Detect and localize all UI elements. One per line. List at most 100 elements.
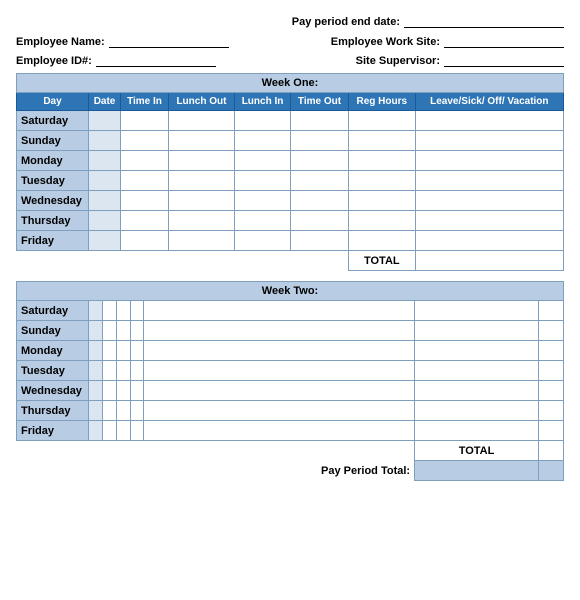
- timein-friday-w2[interactable]: [102, 421, 116, 441]
- lunchout-wednesday-w1[interactable]: [168, 191, 234, 211]
- leave-tuesday-w2[interactable]: [538, 361, 563, 381]
- timeout-friday-w1[interactable]: [291, 231, 349, 251]
- timeout-monday-w1[interactable]: [291, 151, 349, 171]
- reghours-thursday-w1[interactable]: [348, 211, 415, 231]
- lunchout-sunday-w2[interactable]: [116, 321, 130, 341]
- reghours-friday-w2[interactable]: [415, 421, 539, 441]
- employee-id-input[interactable]: [96, 53, 216, 67]
- reghours-thursday-w2[interactable]: [415, 401, 539, 421]
- timeout-friday-w2[interactable]: [144, 421, 415, 441]
- leave-monday-w2[interactable]: [538, 341, 563, 361]
- timeout-tuesday-w2[interactable]: [144, 361, 415, 381]
- leave-monday-w1[interactable]: [415, 151, 563, 171]
- date-saturday-w1[interactable]: [89, 111, 121, 131]
- lunchout-monday-w1[interactable]: [168, 151, 234, 171]
- week-two-total-leave[interactable]: [538, 441, 563, 461]
- timein-friday-w1[interactable]: [121, 231, 169, 251]
- lunchout-thursday-w2[interactable]: [116, 401, 130, 421]
- lunchin-tuesday-w2[interactable]: [130, 361, 144, 381]
- lunchin-saturday-w2[interactable]: [130, 301, 144, 321]
- lunchout-friday-w2[interactable]: [116, 421, 130, 441]
- lunchout-saturday-w2[interactable]: [116, 301, 130, 321]
- reghours-tuesday-w1[interactable]: [348, 171, 415, 191]
- lunchin-wednesday-w1[interactable]: [234, 191, 290, 211]
- lunchout-friday-w1[interactable]: [168, 231, 234, 251]
- date-friday-w1[interactable]: [89, 231, 121, 251]
- reghours-sunday-w1[interactable]: [348, 131, 415, 151]
- date-sunday-w1[interactable]: [89, 131, 121, 151]
- leave-wednesday-w2[interactable]: [538, 381, 563, 401]
- worksite-input[interactable]: [444, 34, 564, 48]
- supervisor-input[interactable]: [444, 53, 564, 67]
- leave-thursday-w1[interactable]: [415, 211, 563, 231]
- leave-saturday-w1[interactable]: [415, 111, 563, 131]
- leave-tuesday-w1[interactable]: [415, 171, 563, 191]
- reghours-friday-w1[interactable]: [348, 231, 415, 251]
- pay-period-total-leave[interactable]: [538, 461, 563, 481]
- reghours-tuesday-w2[interactable]: [415, 361, 539, 381]
- timeout-thursday-w2[interactable]: [144, 401, 415, 421]
- date-thursday-w1[interactable]: [89, 211, 121, 231]
- lunchin-sunday-w2[interactable]: [130, 321, 144, 341]
- reghours-saturday-w1[interactable]: [348, 111, 415, 131]
- timein-saturday-w2[interactable]: [102, 301, 116, 321]
- timein-wednesday-w2[interactable]: [102, 381, 116, 401]
- timeout-tuesday-w1[interactable]: [291, 171, 349, 191]
- employee-name-input[interactable]: [109, 34, 229, 48]
- lunchin-sunday-w1[interactable]: [234, 131, 290, 151]
- lunchin-saturday-w1[interactable]: [234, 111, 290, 131]
- timeout-sunday-w1[interactable]: [291, 131, 349, 151]
- lunchin-monday-w1[interactable]: [234, 151, 290, 171]
- reghours-sunday-w2[interactable]: [415, 321, 539, 341]
- leave-sunday-w2[interactable]: [538, 321, 563, 341]
- lunchout-monday-w2[interactable]: [116, 341, 130, 361]
- leave-wednesday-w1[interactable]: [415, 191, 563, 211]
- reghours-monday-w2[interactable]: [415, 341, 539, 361]
- lunchin-friday-w2[interactable]: [130, 421, 144, 441]
- timeout-sunday-w2[interactable]: [144, 321, 415, 341]
- reghours-wednesday-w1[interactable]: [348, 191, 415, 211]
- timein-thursday-w1[interactable]: [121, 211, 169, 231]
- lunchout-saturday-w1[interactable]: [168, 111, 234, 131]
- timeout-saturday-w2[interactable]: [144, 301, 415, 321]
- date-wednesday-w1[interactable]: [89, 191, 121, 211]
- lunchin-friday-w1[interactable]: [234, 231, 290, 251]
- lunchin-tuesday-w1[interactable]: [234, 171, 290, 191]
- leave-saturday-w2[interactable]: [538, 301, 563, 321]
- timeout-thursday-w1[interactable]: [291, 211, 349, 231]
- timein-monday-w1[interactable]: [121, 151, 169, 171]
- date-wednesday-w2[interactable]: [89, 381, 103, 401]
- timein-sunday-w1[interactable]: [121, 131, 169, 151]
- leave-sunday-w1[interactable]: [415, 131, 563, 151]
- date-thursday-w2[interactable]: [89, 401, 103, 421]
- date-tuesday-w1[interactable]: [89, 171, 121, 191]
- timeout-wednesday-w1[interactable]: [291, 191, 349, 211]
- lunchout-tuesday-w2[interactable]: [116, 361, 130, 381]
- leave-thursday-w2[interactable]: [538, 401, 563, 421]
- timein-tuesday-w2[interactable]: [102, 361, 116, 381]
- date-monday-w2[interactable]: [89, 341, 103, 361]
- pay-period-total-reg[interactable]: [415, 461, 539, 481]
- timein-thursday-w2[interactable]: [102, 401, 116, 421]
- timeout-monday-w2[interactable]: [144, 341, 415, 361]
- lunchin-thursday-w2[interactable]: [130, 401, 144, 421]
- timein-wednesday-w1[interactable]: [121, 191, 169, 211]
- timein-tuesday-w1[interactable]: [121, 171, 169, 191]
- reghours-saturday-w2[interactable]: [415, 301, 539, 321]
- date-tuesday-w2[interactable]: [89, 361, 103, 381]
- date-sunday-w2[interactable]: [89, 321, 103, 341]
- timein-sunday-w2[interactable]: [102, 321, 116, 341]
- reghours-wednesday-w2[interactable]: [415, 381, 539, 401]
- date-saturday-w2[interactable]: [89, 301, 103, 321]
- timein-monday-w2[interactable]: [102, 341, 116, 361]
- lunchout-tuesday-w1[interactable]: [168, 171, 234, 191]
- timeout-saturday-w1[interactable]: [291, 111, 349, 131]
- lunchin-wednesday-w2[interactable]: [130, 381, 144, 401]
- lunchout-thursday-w1[interactable]: [168, 211, 234, 231]
- timein-saturday-w1[interactable]: [121, 111, 169, 131]
- pay-period-input[interactable]: [404, 14, 564, 28]
- week-one-total-leave[interactable]: [415, 251, 563, 271]
- lunchout-sunday-w1[interactable]: [168, 131, 234, 151]
- lunchin-thursday-w1[interactable]: [234, 211, 290, 231]
- timeout-wednesday-w2[interactable]: [144, 381, 415, 401]
